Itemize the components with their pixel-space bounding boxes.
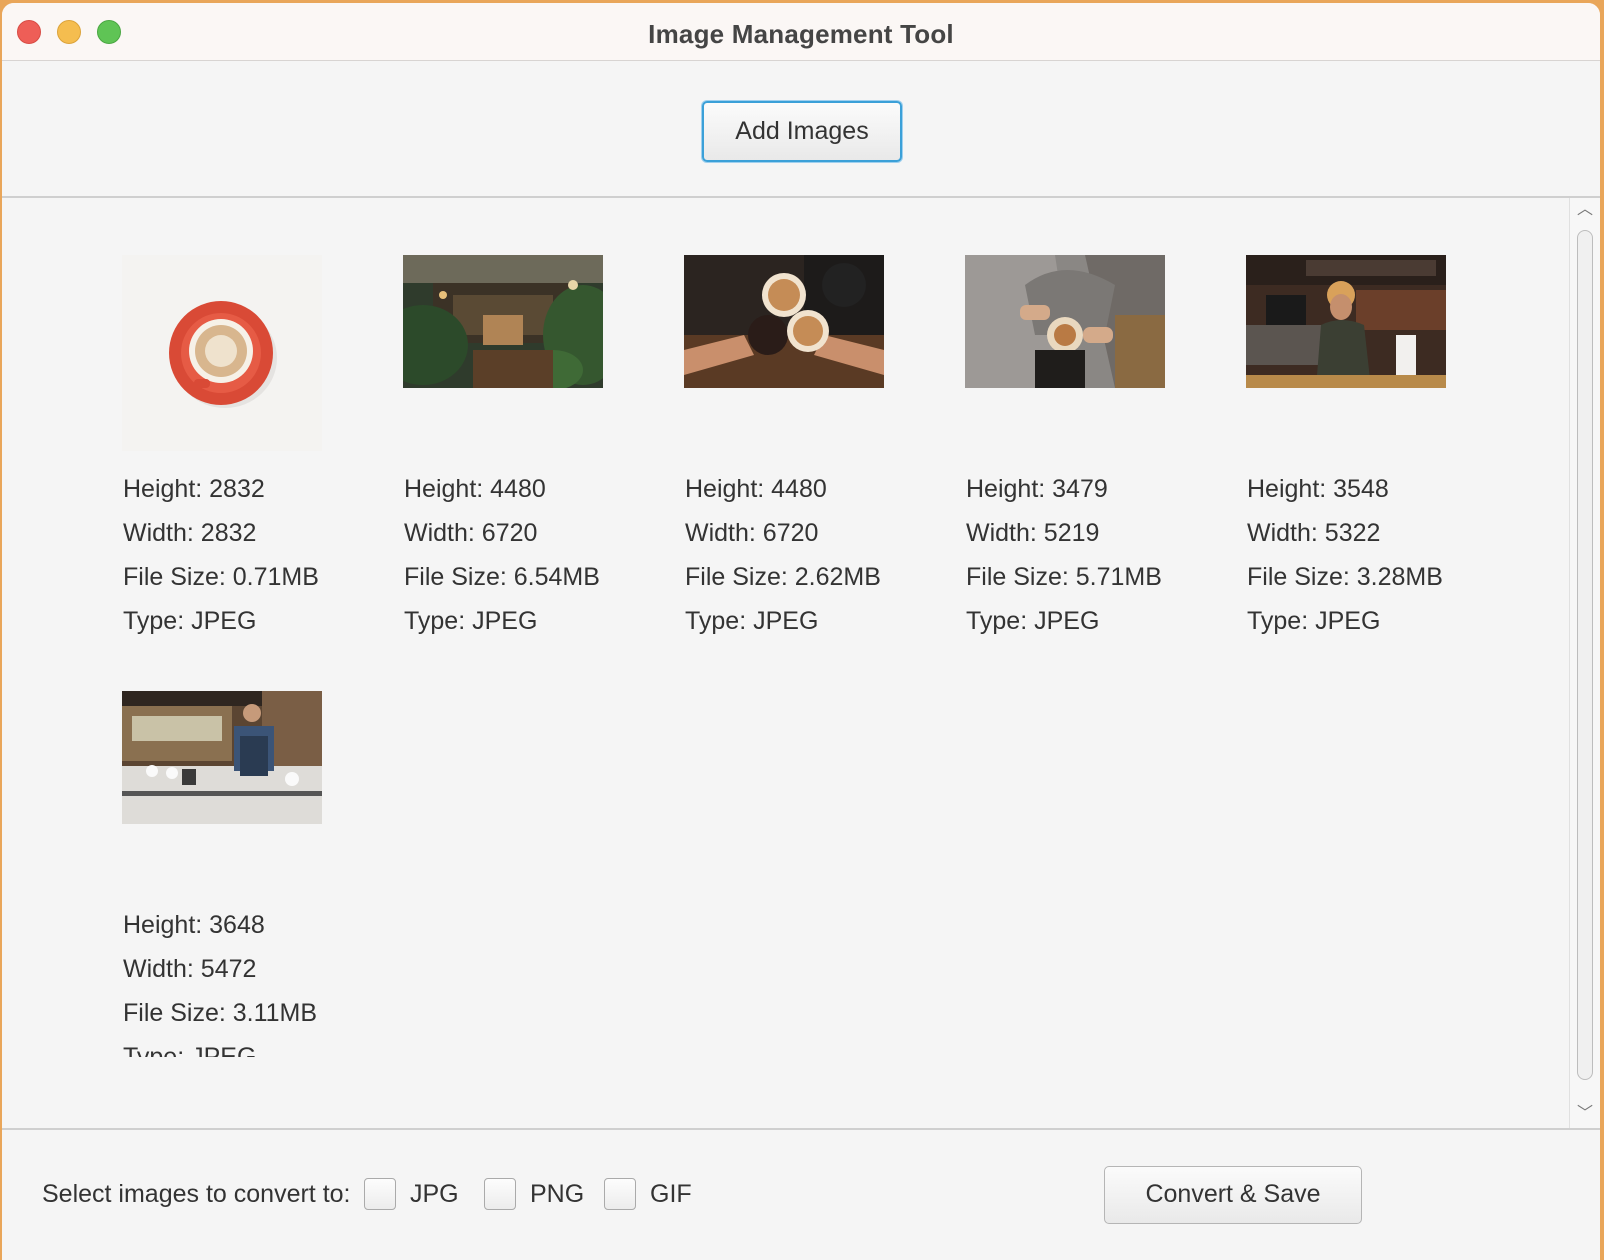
scroll-down-arrow-icon[interactable]: ﹀ bbox=[1570, 1102, 1600, 1126]
png-checkbox-label[interactable]: PNG bbox=[530, 1180, 584, 1209]
image-file-size: File Size: 6.54MB bbox=[404, 563, 600, 591]
gif-checkbox-label[interactable]: GIF bbox=[650, 1180, 692, 1209]
window-title: Image Management Tool bbox=[648, 19, 954, 49]
convert-prompt-label: Select images to convert to: bbox=[42, 1180, 351, 1208]
bottom-bar: Select images to convert to: JPG PNG GIF… bbox=[2, 1128, 1600, 1260]
image-width: Width: 5472 bbox=[123, 955, 257, 983]
title-bar: Image Management Tool bbox=[2, 3, 1600, 61]
image-thumbnail[interactable] bbox=[965, 255, 1165, 388]
image-thumbnail[interactable] bbox=[122, 255, 322, 451]
image-type: Type: JPEG bbox=[685, 607, 819, 635]
image-height: Height: 4480 bbox=[685, 475, 827, 503]
image-width: Width: 5322 bbox=[1247, 519, 1381, 547]
image-type: Type: JPEG bbox=[1247, 607, 1381, 635]
png-checkbox[interactable] bbox=[484, 1178, 516, 1210]
image-type: Type: JPEG bbox=[966, 607, 1100, 635]
image-width: Width: 2832 bbox=[123, 519, 257, 547]
image-file-size: File Size: 3.11MB bbox=[123, 999, 318, 1027]
app-window: Image Management Tool Add Images Height:… bbox=[2, 3, 1600, 1260]
gif-checkbox[interactable] bbox=[604, 1178, 636, 1210]
image-type: Type: JPEG bbox=[404, 607, 538, 635]
image-file-size: File Size: 0.71MB bbox=[123, 563, 319, 591]
add-images-button[interactable]: Add Images bbox=[702, 101, 902, 162]
image-height: Height: 2832 bbox=[123, 475, 265, 503]
top-toolbar: Add Images bbox=[2, 61, 1600, 198]
image-width: Width: 6720 bbox=[404, 519, 538, 547]
jpg-checkbox[interactable] bbox=[364, 1178, 396, 1210]
image-type: Type: JPEG bbox=[123, 607, 257, 635]
image-width: Width: 6720 bbox=[685, 519, 819, 547]
image-file-size: File Size: 5.71MB bbox=[966, 563, 1162, 591]
scroll-up-arrow-icon[interactable]: ︿ bbox=[1570, 198, 1600, 222]
jpg-checkbox-label[interactable]: JPG bbox=[410, 1180, 459, 1209]
image-thumbnail[interactable] bbox=[122, 691, 322, 824]
convert-save-button[interactable]: Convert & Save bbox=[1104, 1166, 1362, 1224]
image-height: Height: 4480 bbox=[404, 475, 546, 503]
scrollbar-thumb[interactable] bbox=[1577, 230, 1593, 1080]
image-thumbnail[interactable] bbox=[684, 255, 884, 388]
image-type: Type: JPEG bbox=[123, 1043, 257, 1057]
image-thumbnail[interactable] bbox=[1246, 255, 1446, 388]
image-file-size: File Size: 2.62MB bbox=[685, 563, 881, 591]
image-grid-scroll-area[interactable]: Height: 2832 Width: 2832 File Size: 0.71… bbox=[2, 198, 1600, 1128]
image-height: Height: 3648 bbox=[123, 911, 265, 939]
image-thumbnail[interactable] bbox=[403, 255, 603, 388]
image-width: Width: 5219 bbox=[966, 519, 1100, 547]
image-file-size: File Size: 3.28MB bbox=[1247, 563, 1443, 591]
vertical-scrollbar[interactable]: ︿ ﹀ bbox=[1569, 198, 1600, 1128]
image-height: Height: 3548 bbox=[1247, 475, 1389, 503]
image-height: Height: 3479 bbox=[966, 475, 1108, 503]
